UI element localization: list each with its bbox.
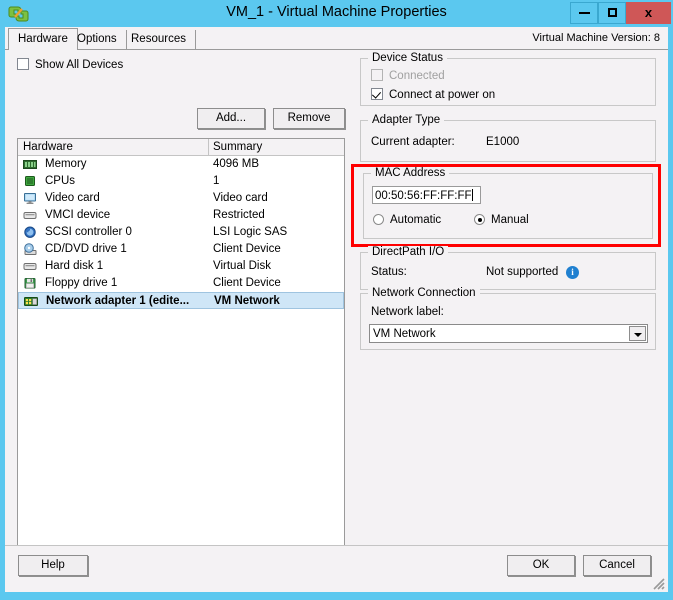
column-header-hardware: Hardware bbox=[23, 141, 73, 153]
directpath-io-group: DirectPath I/O Status: Not supported i bbox=[360, 246, 656, 290]
cd-dvd-drive-icon bbox=[24, 243, 37, 255]
floppy-drive-icon bbox=[24, 278, 36, 289]
hardware-summary: Video card bbox=[213, 192, 268, 204]
vmci-device-icon bbox=[23, 212, 37, 219]
table-row[interactable]: CPUs 1 bbox=[18, 173, 344, 190]
checkbox-icon bbox=[17, 58, 29, 70]
network-connection-group: Network Connection Network label: VM Net… bbox=[360, 287, 656, 350]
directpath-status-label: Status: bbox=[371, 266, 407, 278]
hardware-summary: LSI Logic SAS bbox=[213, 226, 288, 238]
connected-checkbox: Connected bbox=[371, 69, 445, 82]
mac-address-title: MAC Address bbox=[371, 167, 450, 179]
hardware-list-rows: Memory 4096 MB CPUs 1 Video card Video c… bbox=[18, 156, 344, 309]
hardware-name: VMCI device bbox=[45, 209, 111, 221]
mac-mode-manual-radio[interactable]: Manual bbox=[474, 214, 529, 226]
vm-properties-window: VM_1 - Virtual Machine Properties x Hard… bbox=[0, 0, 673, 600]
footer-bar: Help OK Cancel bbox=[5, 545, 668, 592]
hardware-list[interactable]: Hardware Summary Memory 4096 MB CPUs 1 V… bbox=[17, 138, 345, 566]
memory-icon bbox=[23, 160, 37, 169]
hard-disk-icon bbox=[23, 263, 37, 270]
hardware-name: CPUs bbox=[45, 175, 76, 187]
hardware-summary: Client Device bbox=[213, 277, 281, 289]
hardware-name: Video card bbox=[45, 192, 100, 204]
tab-resources[interactable]: Resources bbox=[122, 30, 196, 50]
help-button[interactable]: Help bbox=[18, 555, 88, 576]
connect-at-power-on-checkbox[interactable]: Connect at power on bbox=[371, 88, 495, 101]
content-area: Show All Devices Add... Remove Hardware … bbox=[5, 50, 668, 566]
hardware-name: Hard disk 1 bbox=[45, 260, 104, 272]
radio-icon bbox=[373, 214, 384, 225]
tab-strip: Hardware Options Resources Virtual Machi… bbox=[5, 27, 668, 50]
text-caret bbox=[471, 189, 473, 201]
table-row[interactable]: VMCI device Restricted bbox=[18, 207, 344, 224]
hardware-summary: 1 bbox=[213, 175, 220, 187]
mac-mode-manual-label: Manual bbox=[491, 214, 529, 226]
info-icon[interactable]: i bbox=[566, 266, 579, 279]
show-all-devices-label: Show All Devices bbox=[35, 59, 124, 71]
add-button[interactable]: Add... bbox=[197, 108, 265, 129]
close-button[interactable]: x bbox=[626, 2, 671, 24]
adapter-type-group: Adapter Type Current adapter: E1000 bbox=[360, 114, 656, 162]
hardware-name: Floppy drive 1 bbox=[45, 277, 118, 289]
network-label-dropdown[interactable]: VM Network bbox=[369, 324, 648, 343]
mac-address-value: 00:50:56:FF:FF:FF bbox=[375, 190, 472, 202]
minimize-button[interactable] bbox=[570, 2, 598, 24]
hardware-name: SCSI controller 0 bbox=[45, 226, 132, 238]
adapter-type-title: Adapter Type bbox=[368, 114, 445, 126]
hardware-summary: Virtual Disk bbox=[213, 260, 271, 272]
show-all-devices-checkbox[interactable]: Show All Devices bbox=[17, 58, 123, 76]
resize-grip[interactable] bbox=[652, 577, 665, 590]
directpath-status-value: Not supported bbox=[486, 266, 559, 278]
network-connection-title: Network Connection bbox=[368, 287, 480, 299]
table-row[interactable]: Network adapter 1 (edite... VM Network bbox=[18, 292, 344, 309]
tab-options[interactable]: Options bbox=[68, 30, 127, 50]
remove-button[interactable]: Remove bbox=[273, 108, 345, 129]
scsi-controller-icon bbox=[24, 226, 36, 238]
hardware-list-header: Hardware Summary bbox=[18, 139, 344, 156]
hardware-name: Network adapter 1 (edite... bbox=[46, 295, 190, 307]
current-adapter-value: E1000 bbox=[486, 136, 520, 148]
hardware-summary: 4096 MB bbox=[213, 158, 260, 170]
title-bar: VM_1 - Virtual Machine Properties x bbox=[0, 0, 673, 27]
table-row[interactable]: Floppy drive 1 Client Device bbox=[18, 275, 344, 292]
video-card-icon bbox=[24, 193, 36, 204]
table-row[interactable]: CD/DVD drive 1 Client Device bbox=[18, 241, 344, 258]
column-divider bbox=[208, 139, 209, 155]
table-row[interactable]: Hard disk 1 Virtual Disk bbox=[18, 258, 344, 275]
current-adapter-label: Current adapter: bbox=[371, 136, 455, 148]
checkbox-icon bbox=[371, 88, 383, 100]
cancel-button[interactable]: Cancel bbox=[583, 555, 651, 576]
chevron-down-icon[interactable] bbox=[629, 326, 646, 341]
network-adapter-icon bbox=[24, 297, 38, 306]
directpath-io-title: DirectPath I/O bbox=[368, 246, 449, 258]
mac-address-group: MAC Address 00:50:56:FF:FF:FF Automatic … bbox=[363, 167, 653, 239]
mac-mode-automatic-radio[interactable]: Automatic bbox=[373, 214, 441, 226]
connected-label: Connected bbox=[389, 70, 445, 82]
vm-version-label: Virtual Machine Version: 8 bbox=[532, 32, 660, 44]
connect-at-power-on-label: Connect at power on bbox=[389, 89, 496, 101]
table-row[interactable]: SCSI controller 0 LSI Logic SAS bbox=[18, 224, 344, 241]
cpu-icon bbox=[25, 176, 35, 186]
device-status-group: Device Status Connected Connect at power… bbox=[360, 52, 656, 106]
minimize-icon bbox=[578, 11, 590, 14]
network-label-caption: Network label: bbox=[371, 306, 444, 318]
device-status-title: Device Status bbox=[368, 52, 447, 64]
table-row[interactable]: Memory 4096 MB bbox=[18, 156, 344, 173]
hardware-name: CD/DVD drive 1 bbox=[45, 243, 127, 255]
maximize-button[interactable] bbox=[598, 2, 626, 24]
checkbox-icon bbox=[371, 69, 383, 81]
radio-icon bbox=[474, 214, 485, 225]
hardware-summary: Restricted bbox=[213, 209, 265, 221]
column-header-summary: Summary bbox=[213, 141, 263, 153]
network-label-value: VM Network bbox=[373, 328, 436, 340]
hardware-summary: Client Device bbox=[213, 243, 281, 255]
maximize-icon bbox=[607, 8, 617, 18]
hardware-summary: VM Network bbox=[214, 295, 280, 307]
mac-mode-automatic-label: Automatic bbox=[390, 214, 442, 226]
ok-button[interactable]: OK bbox=[507, 555, 575, 576]
mac-address-input[interactable]: 00:50:56:FF:FF:FF bbox=[372, 186, 481, 204]
hardware-name: Memory bbox=[45, 158, 87, 170]
table-row[interactable]: Video card Video card bbox=[18, 190, 344, 207]
